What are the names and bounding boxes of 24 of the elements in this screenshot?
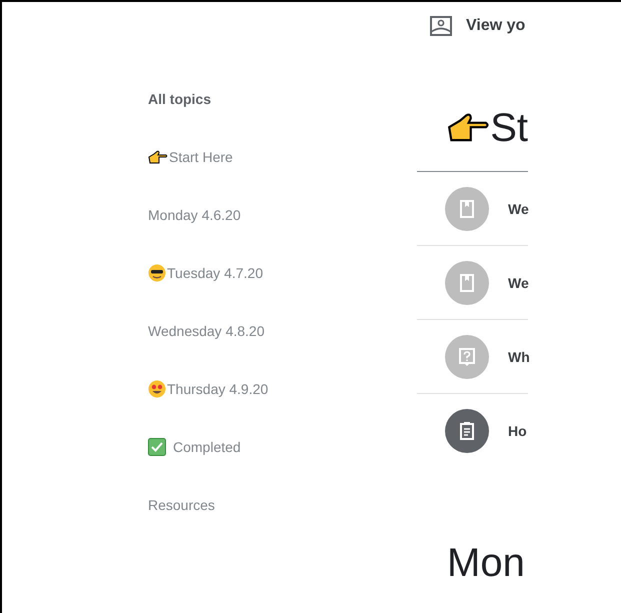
view-link[interactable]: View yo [430, 14, 528, 38]
book-icon [445, 186, 489, 230]
post-title[interactable]: We [508, 200, 529, 216]
topic-link[interactable]: Start Here [148, 146, 417, 168]
clipboard-icon [445, 408, 489, 452]
heart-eyes-face-icon [148, 380, 166, 398]
pointing-hand-icon [148, 150, 168, 164]
topic-link[interactable]: Resources [148, 494, 417, 516]
post-title[interactable]: Ho [508, 422, 527, 438]
topic-link[interactable]: Tuesday 4.7.20 [148, 262, 417, 284]
post-title[interactable]: Wh [508, 348, 530, 364]
topic-heading: Mon [447, 541, 526, 586]
book-icon [445, 260, 489, 304]
post-title[interactable]: We [508, 274, 529, 290]
topic-link[interactable]: Thursday 4.9.20 [148, 378, 417, 400]
question-icon [445, 334, 489, 378]
topic-heading: St [490, 106, 528, 150]
person-icon [430, 16, 452, 36]
topic-link[interactable]: Monday 4.6.20 [148, 204, 417, 226]
sunglasses-face-icon [148, 264, 166, 282]
check-box-icon [148, 438, 166, 456]
sidebar-title[interactable]: All topics [148, 88, 417, 110]
topic-link[interactable]: Completed [148, 436, 417, 458]
topic-link[interactable]: Wednesday 4.8.20 [148, 320, 417, 342]
